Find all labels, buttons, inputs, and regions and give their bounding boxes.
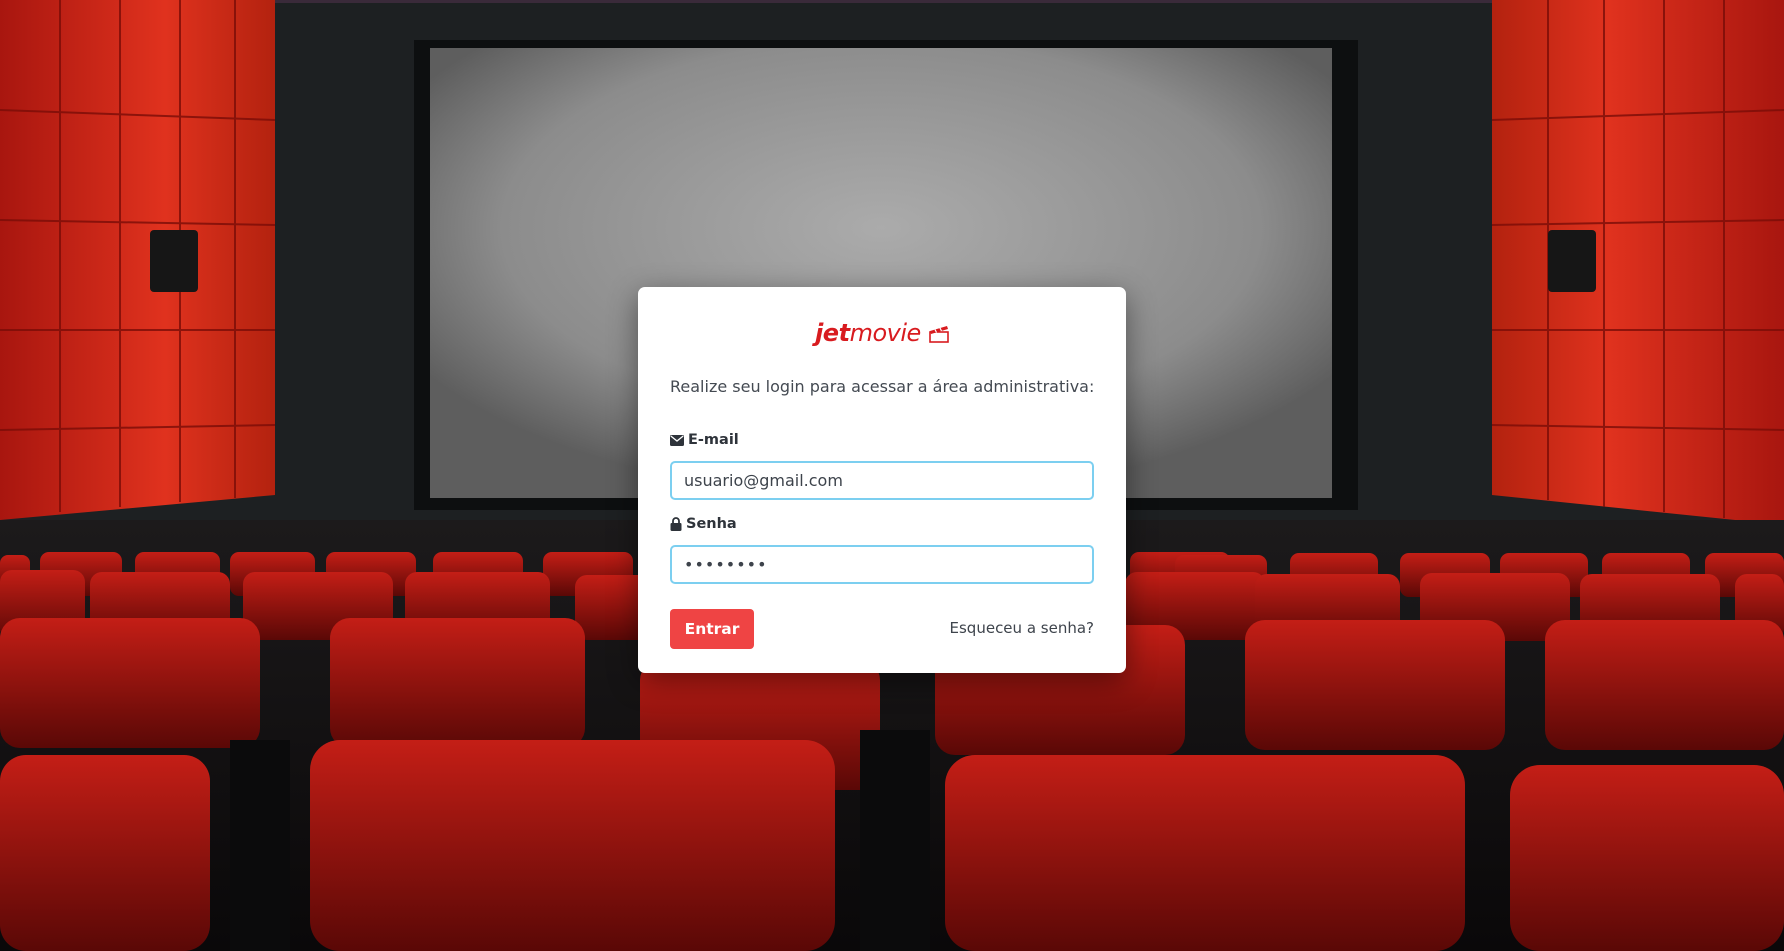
login-card: jetmovie Realize seu login para acessar …	[638, 287, 1126, 673]
envelope-icon	[670, 434, 684, 446]
forgot-password-link[interactable]: Esqueceu a senha?	[950, 619, 1094, 637]
logo-text-bold: jet	[815, 319, 850, 347]
password-label: Senha	[670, 516, 737, 532]
password-label-text: Senha	[686, 516, 737, 532]
lock-icon	[670, 517, 682, 531]
email-label-text: E-mail	[688, 432, 739, 448]
login-submit-button[interactable]: Entrar	[670, 609, 754, 649]
brand-logo: jetmovie	[638, 319, 1126, 349]
login-instructions: Realize seu login para acessar a área ad…	[670, 377, 1095, 396]
password-field[interactable]	[670, 545, 1094, 584]
email-field[interactable]	[670, 461, 1094, 500]
clapperboard-icon	[929, 321, 949, 349]
logo-text-regular: movie	[849, 319, 922, 347]
email-label: E-mail	[670, 432, 739, 448]
